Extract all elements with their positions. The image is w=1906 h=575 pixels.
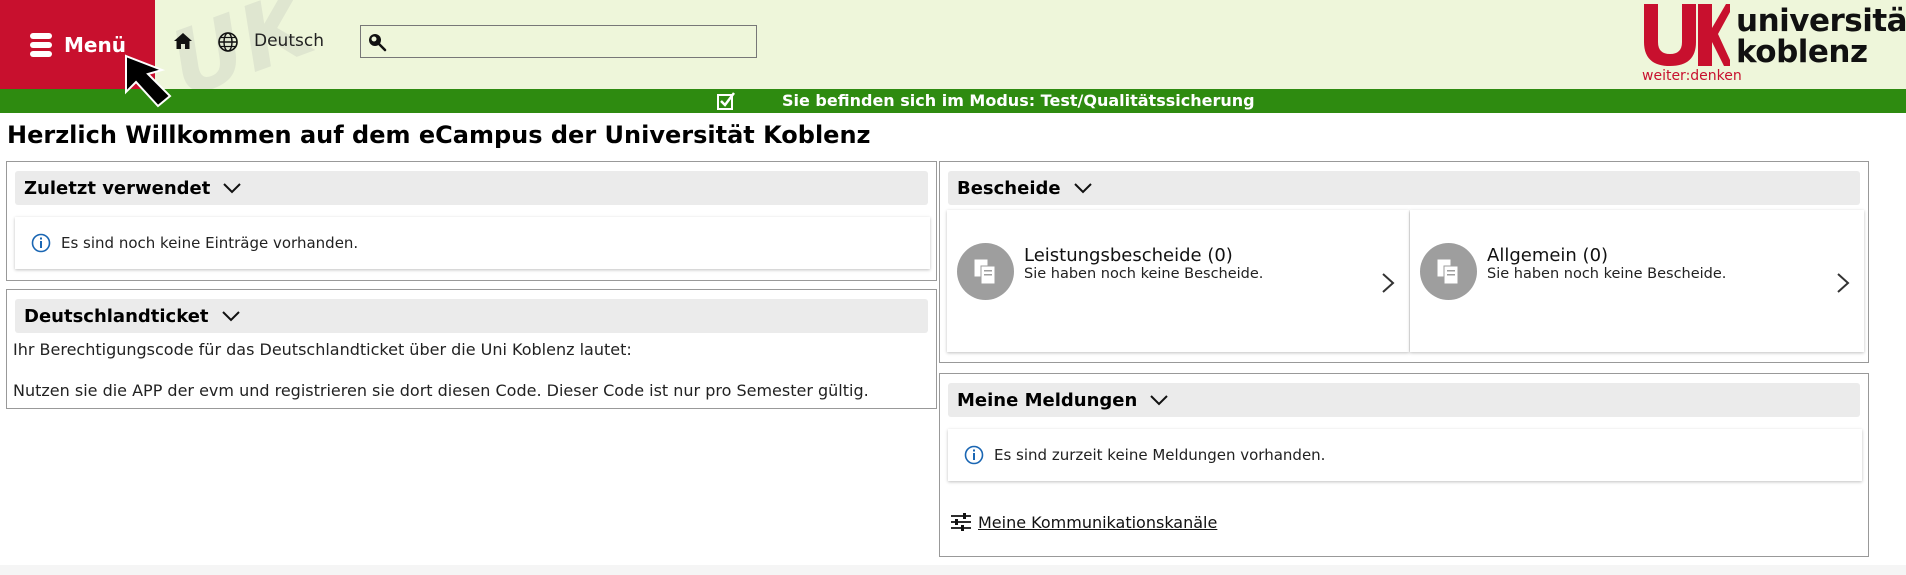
recent-panel: Zuletzt verwendet Es sind noch keine Ein… bbox=[6, 161, 937, 281]
language-selector[interactable]: Deutsch bbox=[254, 31, 324, 51]
ticket-panel-header[interactable]: Deutschlandticket bbox=[15, 299, 928, 333]
tile-subtitle: Sie haben noch keine Bescheide. bbox=[1024, 266, 1264, 282]
search-icon[interactable] bbox=[367, 32, 387, 52]
ticket-instruction-text: Nutzen sie die APP der evm und registrie… bbox=[13, 381, 869, 400]
header: UK Menü Deutsch universität koblenz weit… bbox=[0, 0, 1906, 118]
chevron-down-icon bbox=[223, 183, 242, 194]
meldungen-empty-text: Es sind zurzeit keine Meldungen vorhande… bbox=[994, 446, 1326, 464]
info-icon bbox=[964, 445, 984, 465]
bescheide-panel-title: Bescheide bbox=[957, 177, 1061, 199]
bescheide-tile-allgemein[interactable]: Allgemein (0) Sie haben noch keine Besch… bbox=[1410, 210, 1864, 352]
recent-panel-title: Zuletzt verwendet bbox=[24, 177, 211, 199]
mode-bar: Sie befinden sich im Modus: Test/Qualitä… bbox=[0, 89, 1906, 113]
page-bottom-edge bbox=[0, 565, 1906, 575]
menu-label: Menü bbox=[64, 32, 126, 57]
tile-subtitle: Sie haben noch keine Bescheide. bbox=[1487, 266, 1727, 282]
chevron-down-icon bbox=[221, 311, 240, 322]
communication-channels-link[interactable]: Meine Kommunikationskanäle bbox=[950, 512, 1217, 532]
chevron-right-icon bbox=[1837, 273, 1850, 293]
check-icon bbox=[717, 92, 735, 110]
bescheide-tile-leistung[interactable]: Leistungsbescheide (0) Sie haben noch ke… bbox=[947, 210, 1409, 352]
bescheide-panel: Bescheide Leistungsbescheide (0) Sie hab… bbox=[939, 161, 1869, 363]
ticket-panel: Deutschlandticket Ihr Berechtigungscode … bbox=[6, 289, 937, 409]
tile-title: Leistungsbescheide (0) bbox=[1024, 245, 1233, 266]
chevron-down-icon bbox=[1073, 183, 1092, 194]
document-icon bbox=[957, 243, 1014, 300]
globe-icon bbox=[218, 32, 238, 52]
search-field[interactable] bbox=[360, 25, 757, 58]
tile-title: Allgemein (0) bbox=[1487, 245, 1609, 266]
uk-logo-mark bbox=[1644, 4, 1730, 66]
recent-empty-text: Es sind noch keine Einträge vorhanden. bbox=[61, 234, 359, 252]
bescheide-panel-header[interactable]: Bescheide bbox=[948, 171, 1860, 205]
chevron-right-icon bbox=[1382, 273, 1395, 293]
cursor-arrow-icon bbox=[125, 54, 172, 108]
meldungen-panel-header[interactable]: Meine Meldungen bbox=[948, 383, 1860, 417]
mode-text: Sie befinden sich im Modus: Test/Qualitä… bbox=[782, 91, 1255, 110]
logo-slogan: weiter:denken bbox=[1642, 68, 1742, 84]
sliders-icon bbox=[951, 513, 971, 531]
meldungen-panel-title: Meine Meldungen bbox=[957, 389, 1138, 411]
ticket-panel-title: Deutschlandticket bbox=[24, 305, 209, 327]
document-icon bbox=[1420, 243, 1477, 300]
meldungen-empty-message: Es sind zurzeit keine Meldungen vorhande… bbox=[948, 429, 1862, 481]
university-logo[interactable]: universität koblenz weiter:denken bbox=[1640, 0, 1906, 89]
logo-text-line2: koblenz bbox=[1736, 34, 1868, 70]
page-title: Herzlich Willkommen auf dem eCampus der … bbox=[7, 121, 871, 149]
info-icon bbox=[31, 233, 51, 253]
menu-icon bbox=[30, 32, 52, 57]
recent-empty-message: Es sind noch keine Einträge vorhanden. bbox=[15, 217, 930, 269]
chevron-down-icon bbox=[1150, 395, 1169, 406]
home-icon[interactable] bbox=[172, 31, 194, 51]
ticket-code-text: Ihr Berechtigungscode für das Deutschlan… bbox=[13, 340, 632, 359]
communication-channels-label: Meine Kommunikationskanäle bbox=[978, 512, 1218, 532]
search-input[interactable] bbox=[389, 26, 754, 56]
recent-panel-header[interactable]: Zuletzt verwendet bbox=[15, 171, 928, 205]
logo-text-line1: universität bbox=[1736, 3, 1906, 39]
